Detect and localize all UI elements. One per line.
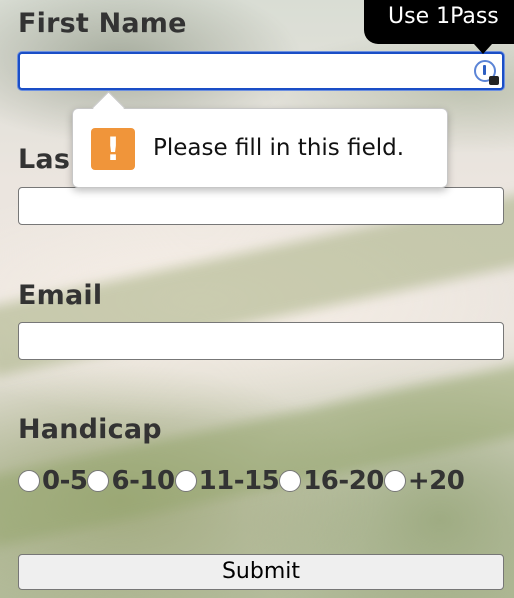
handicap-radio-11-15[interactable] <box>174 470 197 492</box>
handicap-radio-6-10[interactable] <box>87 470 110 492</box>
handicap-radio-16-20[interactable] <box>279 470 302 492</box>
email-input[interactable] <box>18 322 504 360</box>
warning-icon: ! <box>91 128 135 170</box>
first-name-label: First Name <box>18 8 187 39</box>
handicap-option-label: 0-5 <box>42 466 88 496</box>
onepassword-icon[interactable] <box>474 60 499 85</box>
handicap-radio-group: 0-5 6-10 11-15 16-20 +20 <box>18 464 465 498</box>
handicap-option-label: 16-20 <box>303 466 384 496</box>
last-name-label: Las <box>18 144 71 175</box>
background-decoration <box>0 362 514 548</box>
tooltip-arrow <box>474 44 492 54</box>
handicap-label: Handicap <box>18 414 162 445</box>
last-name-input[interactable] <box>18 187 504 225</box>
onepassword-tooltip[interactable]: Use 1Pass <box>364 0 514 44</box>
first-name-input[interactable] <box>18 52 504 90</box>
lock-icon <box>489 76 499 85</box>
handicap-option-label: 11-15 <box>198 466 280 496</box>
submit-button[interactable]: Submit <box>18 554 504 590</box>
handicap-option-label: 6-10 <box>111 466 175 496</box>
validation-message: Please fill in this field. <box>153 135 405 161</box>
validation-popup: ! Please fill in this field. <box>72 91 448 188</box>
handicap-option-label: +20 <box>407 466 465 496</box>
handicap-radio-0-5[interactable] <box>18 470 40 492</box>
popup-arrow <box>92 91 125 124</box>
email-label: Email <box>18 280 103 311</box>
handicap-radio-20-plus[interactable] <box>383 470 406 492</box>
